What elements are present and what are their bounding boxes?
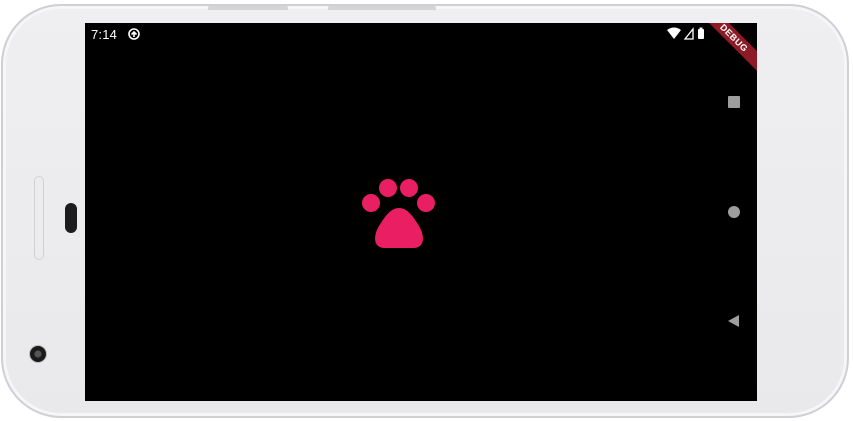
wifi-icon xyxy=(667,27,681,39)
sync-icon xyxy=(128,28,140,40)
signal-icon xyxy=(683,27,694,40)
status-icons xyxy=(667,27,704,40)
paw-icon xyxy=(362,179,435,248)
earpiece-speaker xyxy=(65,203,77,233)
status-time: 7:14 xyxy=(91,27,118,42)
navigation-bar xyxy=(711,23,757,401)
power-button xyxy=(328,6,436,10)
device-screen: 7:14 DEBUG xyxy=(85,23,757,401)
home-button[interactable] xyxy=(725,203,743,221)
home-icon xyxy=(728,206,740,218)
volume-button xyxy=(208,6,288,10)
recent-apps-button[interactable] xyxy=(725,93,743,111)
back-icon xyxy=(728,315,739,327)
battery-icon xyxy=(698,29,704,39)
front-camera-icon xyxy=(29,345,47,363)
recent-apps-icon xyxy=(728,96,740,108)
speaker-groove xyxy=(34,176,44,260)
back-button[interactable] xyxy=(725,312,743,330)
